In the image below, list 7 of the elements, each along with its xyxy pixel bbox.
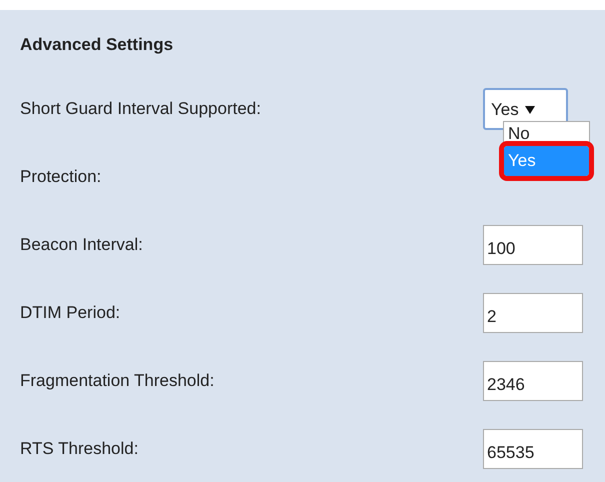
setting-label: DTIM Period:: [20, 303, 122, 323]
setting-label: Fragmentation Threshold:: [20, 371, 216, 391]
setting-label: Protection:: [20, 167, 102, 187]
setting-label: Short Guard Interval Supported:: [20, 99, 262, 119]
section-title: Advanced Settings: [20, 35, 174, 56]
setting-label: Beacon Interval:: [20, 235, 144, 255]
setting-label: RTS Threshold:: [20, 439, 140, 459]
